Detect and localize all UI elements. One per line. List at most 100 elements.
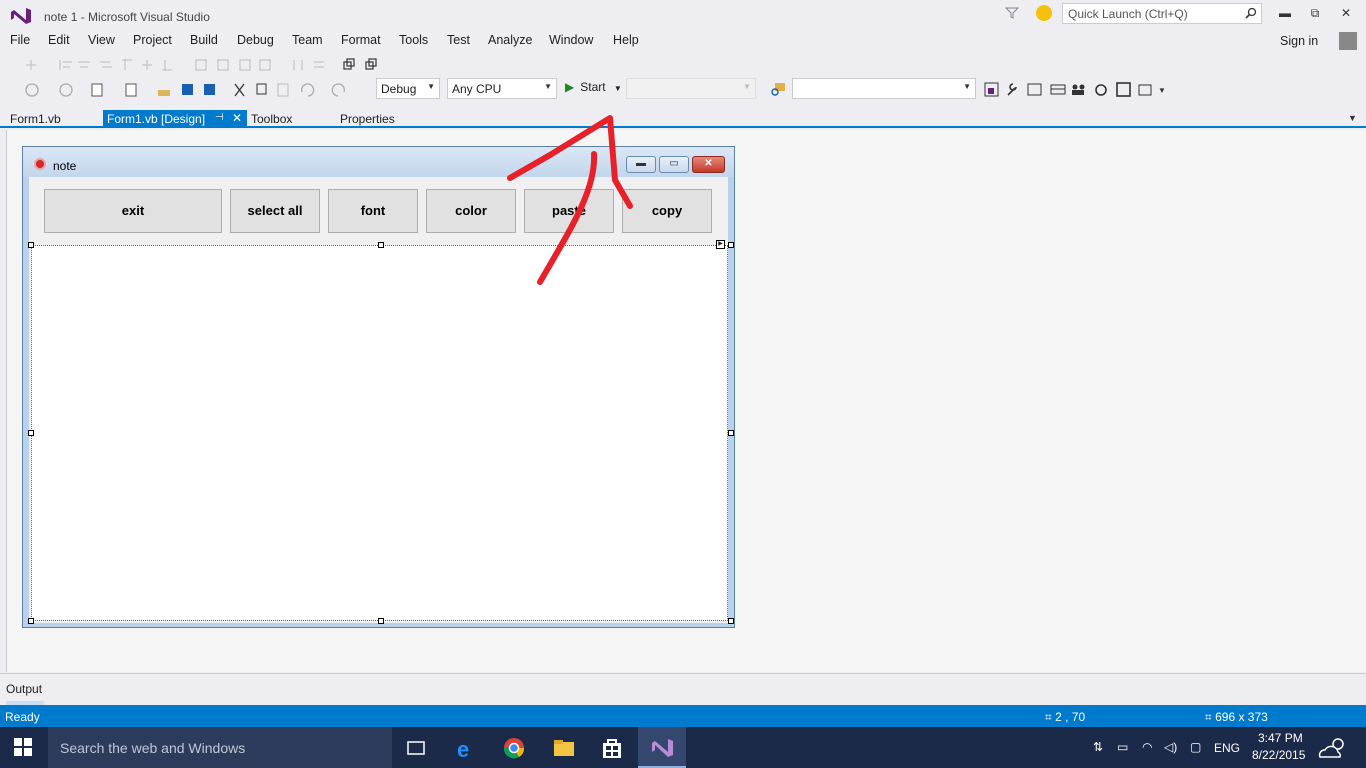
configuration-dropdown[interactable]: Debug ▼ xyxy=(376,78,440,99)
resize-handle[interactable] xyxy=(28,618,34,624)
tab-overflow-icon[interactable]: ▼ xyxy=(1348,113,1357,123)
menu-help[interactable]: Help xyxy=(613,33,639,47)
output-tab[interactable]: Output xyxy=(6,682,42,696)
menu-debug[interactable]: Debug xyxy=(237,33,274,47)
resize-handle[interactable] xyxy=(378,242,384,248)
layout-align-icons xyxy=(26,58,377,71)
document-tab-strip: Form1.vb Form1.vb [Design] ⊣ ✕ Toolbox P… xyxy=(0,110,1366,128)
menu-edit[interactable]: Edit xyxy=(48,33,70,47)
wifi-icon[interactable]: ◠ xyxy=(1142,740,1152,754)
task-view-icon[interactable] xyxy=(404,736,428,760)
window-title: note 1 - Microsoft Visual Studio xyxy=(44,10,210,24)
layout-toolbar xyxy=(0,54,1366,78)
vs-logo-icon xyxy=(11,8,31,24)
weather-icon[interactable] xyxy=(1316,735,1350,761)
menu-build[interactable]: Build xyxy=(190,33,218,47)
resize-handle[interactable] xyxy=(28,430,34,436)
menu-team[interactable]: Team xyxy=(292,33,323,47)
chevron-down-icon: ▼ xyxy=(544,82,552,91)
tab-toolbox[interactable]: Toolbox xyxy=(247,110,296,128)
menu-tools[interactable]: Tools xyxy=(399,33,428,47)
menu-view[interactable]: View xyxy=(88,33,115,47)
menu-analyze[interactable]: Analyze xyxy=(488,33,532,47)
status-position-value: 2 , 70 xyxy=(1055,710,1086,724)
menu-test[interactable]: Test xyxy=(447,33,470,47)
language-indicator[interactable]: ENG xyxy=(1214,741,1240,755)
rich-text-box[interactable] xyxy=(31,245,728,621)
minimize-icon: ▬ xyxy=(636,158,646,169)
chevron-down-icon: ▼ xyxy=(427,82,435,91)
edge-icon[interactable]: e xyxy=(454,736,478,760)
menu-format[interactable]: Format xyxy=(341,33,381,47)
chevron-down-icon: ▼ xyxy=(743,82,751,91)
form-designer-window[interactable]: note ▬ ▭ ✕ exit select all font color pa… xyxy=(22,146,735,628)
status-bar: Ready ⌗ 2 , 70 ⌗ 696 x 373 xyxy=(0,705,1366,727)
sign-in-link[interactable]: Sign in xyxy=(1280,34,1318,48)
maximize-icon: ▭ xyxy=(669,158,679,169)
search-icon xyxy=(1245,7,1257,19)
menu-bar: File Edit View Project Build Debug Team … xyxy=(0,31,1366,51)
window-close-button[interactable]: ✕ xyxy=(1338,6,1354,20)
status-size-value: 696 x 373 xyxy=(1215,710,1268,724)
font-button[interactable]: font xyxy=(328,189,418,233)
battery-icon[interactable]: ▭ xyxy=(1117,740,1128,754)
find-combo[interactable]: ▼ xyxy=(792,78,976,99)
window-restore-button[interactable]: ⧉ xyxy=(1307,6,1323,20)
status-position: ⌗ 2 , 70 xyxy=(1045,710,1086,724)
menu-window[interactable]: Window xyxy=(549,33,593,47)
resize-handle[interactable] xyxy=(728,242,734,248)
action-center-icon[interactable]: ▢ xyxy=(1190,740,1201,754)
window-minimize-button[interactable]: ▬ xyxy=(1277,6,1293,20)
avatar[interactable] xyxy=(1339,32,1357,50)
tab-form1-design[interactable]: Form1.vb [Design] xyxy=(103,110,247,128)
paste-button[interactable]: paste xyxy=(524,189,614,233)
resize-handle[interactable] xyxy=(728,430,734,436)
select-all-button[interactable]: select all xyxy=(230,189,320,233)
resize-handle[interactable] xyxy=(728,618,734,624)
close-tab-icon[interactable]: ✕ xyxy=(232,111,242,125)
menu-project[interactable]: Project xyxy=(133,33,172,47)
taskbar: Search the web and Windows e ⇅ ▭ ◠ ◁) ▢ … xyxy=(0,727,1366,768)
resize-handle[interactable] xyxy=(28,242,34,248)
menu-file[interactable]: File xyxy=(10,33,30,47)
feedback-smiley-icon[interactable] xyxy=(1036,5,1052,21)
exit-button[interactable]: exit xyxy=(44,189,222,233)
pin-icon[interactable]: ⊣ xyxy=(215,112,224,123)
resize-handle[interactable] xyxy=(378,618,384,624)
form-client-area: exit select all font color paste copy ▶ xyxy=(28,177,734,624)
taskbar-visual-studio-active[interactable] xyxy=(638,727,686,768)
start-label: Start xyxy=(580,80,606,94)
debug-target-dropdown[interactable]: ▼ xyxy=(626,78,756,99)
filter-icon[interactable] xyxy=(1005,6,1019,20)
find-in-files-icon[interactable] xyxy=(770,81,786,97)
chrome-icon[interactable] xyxy=(502,736,526,760)
windows-start-icon[interactable] xyxy=(14,738,32,756)
copy-button[interactable]: copy xyxy=(622,189,712,233)
file-explorer-icon[interactable] xyxy=(552,736,576,760)
quick-launch-input[interactable]: Quick Launch (Ctrl+Q) xyxy=(1062,3,1262,24)
svg-text:▼: ▼ xyxy=(1158,86,1166,95)
close-icon: ✕ xyxy=(704,158,713,169)
taskbar-search-placeholder: Search the web and Windows xyxy=(60,740,246,756)
clock-date[interactable]: 8/22/2015 xyxy=(1252,748,1305,762)
form-title: note xyxy=(53,159,77,173)
tab-form1-design-label: Form1.vb [Design] xyxy=(107,112,206,126)
taskbar-search-input[interactable]: Search the web and Windows xyxy=(48,727,392,768)
form-close-button[interactable]: ✕ xyxy=(692,156,725,173)
form-minimize-button[interactable]: ▬ xyxy=(626,156,656,173)
configuration-value: Debug xyxy=(381,82,417,96)
start-button[interactable]: ▶ Start ▼ xyxy=(565,80,622,94)
network-sync-icon[interactable]: ⇅ xyxy=(1093,740,1103,754)
platform-value: Any CPU xyxy=(452,82,502,96)
form-app-icon xyxy=(34,158,46,170)
volume-icon[interactable]: ◁) xyxy=(1164,740,1177,754)
visual-studio-icon xyxy=(652,739,673,757)
smart-tag-icon[interactable]: ▶ xyxy=(716,240,725,249)
tab-properties[interactable]: Properties xyxy=(336,110,399,128)
form-maximize-button[interactable]: ▭ xyxy=(659,156,689,173)
platform-dropdown[interactable]: Any CPU ▼ xyxy=(447,78,557,99)
clock-time[interactable]: 3:47 PM xyxy=(1258,731,1303,745)
color-button[interactable]: color xyxy=(426,189,516,233)
store-icon[interactable] xyxy=(600,736,624,760)
tab-form1-vb[interactable]: Form1.vb xyxy=(6,110,65,128)
